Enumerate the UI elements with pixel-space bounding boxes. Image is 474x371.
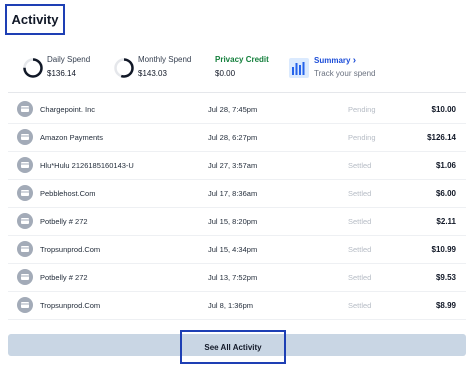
card-icon [17, 129, 33, 145]
transaction-amount: $8.99 [435, 301, 456, 310]
transaction-row[interactable]: Amazon Payments Jul 28, 6:27pm Pending $126… [8, 124, 466, 152]
card-icon [17, 185, 33, 201]
merchant-name: Potbelly # 272 [40, 217, 88, 226]
merchant-name: Amazon Payments [40, 133, 103, 142]
transaction-amount: $10.99 [431, 245, 456, 254]
merchant-name: Tropsunprod.Com [40, 301, 101, 310]
see-all-activity-button[interactable]: See All Activity [180, 330, 286, 364]
summary-link[interactable]: Summary › Track your spend [314, 54, 394, 84]
transaction-status: Settled [348, 301, 372, 310]
transaction-row[interactable]: Chargepoint. Inc Jul 28, 7:45pm Pending $10… [8, 96, 466, 124]
transaction-status: Pending [348, 133, 376, 142]
merchant-name: Chargepoint. Inc [40, 105, 96, 114]
privacy-credit-label: Privacy Credit [215, 55, 269, 64]
transaction-status: Settled [348, 217, 372, 226]
spend-summary: Daily Spend $136.14 Monthly Spend $143.0… [0, 54, 474, 84]
card-icon [17, 157, 33, 173]
transaction-row[interactable]: Potbelly # 272 Jul 13, 7:52pm Settled $9.53 [8, 264, 466, 292]
transaction-status: Settled [348, 189, 372, 198]
transaction-date: Jul 15, 4:34pm [208, 245, 258, 254]
transaction-status: Settled [348, 245, 372, 254]
monthly-spend: Monthly Spend $143.03 [113, 54, 203, 84]
transaction-date: Jul 15, 8:20pm [208, 217, 258, 226]
transaction-row[interactable]: Tropsunprod.Com Jul 8, 1:36pm Settled $8.99 [8, 292, 466, 320]
card-icon [17, 241, 33, 257]
monthly-spend-value: $143.03 [138, 69, 167, 78]
privacy-credit: Privacy Credit $0.00 [215, 54, 275, 84]
transaction-row[interactable]: Tropsunprod.Com Jul 15, 4:34pm Settled $10.… [8, 236, 466, 264]
transaction-row[interactable]: Pebblehost.Com Jul 17, 8:36am Settled $6.00 [8, 180, 466, 208]
card-icon [17, 101, 33, 117]
summary-subtitle: Track your spend [314, 69, 376, 78]
summary-link-label[interactable]: Summary › [314, 55, 356, 66]
transaction-amount: $10.00 [431, 105, 456, 114]
transaction-amount: $9.53 [435, 273, 456, 282]
transaction-status: Pending [348, 105, 376, 114]
merchant-name: Hlu*Hulu 2126185160143-U [40, 161, 134, 170]
daily-spend-label: Daily Spend [47, 55, 91, 64]
card-icon [17, 213, 33, 229]
transaction-row[interactable]: Hlu*Hulu 2126185160143-U Jul 27, 3:57am Se… [8, 152, 466, 180]
transaction-row[interactable]: Potbelly # 272 Jul 15, 8:20pm Settled $2.11 [8, 208, 466, 236]
chevron-right-icon: › [352, 55, 357, 66]
transaction-date: Jul 28, 7:45pm [208, 105, 258, 114]
transaction-date: Jul 8, 1:36pm [208, 301, 254, 310]
merchant-name: Tropsunprod.Com [40, 245, 101, 254]
card-icon [17, 297, 33, 313]
monthly-spend-ring-icon [113, 57, 135, 79]
transaction-date: Jul 17, 8:36am [208, 189, 258, 198]
bar-chart-icon[interactable] [289, 58, 309, 78]
monthly-spend-label: Monthly Spend [138, 55, 192, 64]
transaction-amount: $2.11 [436, 217, 456, 226]
transaction-date: Jul 28, 6:27pm [208, 133, 258, 142]
card-icon [17, 269, 33, 285]
transaction-amount: $1.06 [435, 161, 456, 170]
activity-title-highlight: Activity [5, 4, 65, 35]
page-title: Activity [11, 12, 59, 27]
merchant-name: Pebblehost.Com [40, 189, 96, 198]
transaction-amount: $6.00 [435, 189, 456, 198]
transaction-date: Jul 27, 3:57am [208, 161, 258, 170]
daily-spend-ring-icon [22, 57, 44, 79]
daily-spend: Daily Spend $136.14 [22, 54, 102, 84]
summary-divider [8, 92, 466, 93]
transaction-status: Settled [348, 273, 372, 282]
transaction-date: Jul 13, 7:52pm [208, 273, 258, 282]
transaction-status: Settled [348, 161, 372, 170]
daily-spend-value: $136.14 [47, 69, 76, 78]
privacy-credit-value: $0.00 [215, 69, 236, 78]
transaction-amount: $126.14 [427, 133, 456, 142]
transactions-list: Chargepoint. Inc Jul 28, 7:45pm Pending $10… [8, 96, 466, 320]
merchant-name: Potbelly # 272 [40, 273, 88, 282]
